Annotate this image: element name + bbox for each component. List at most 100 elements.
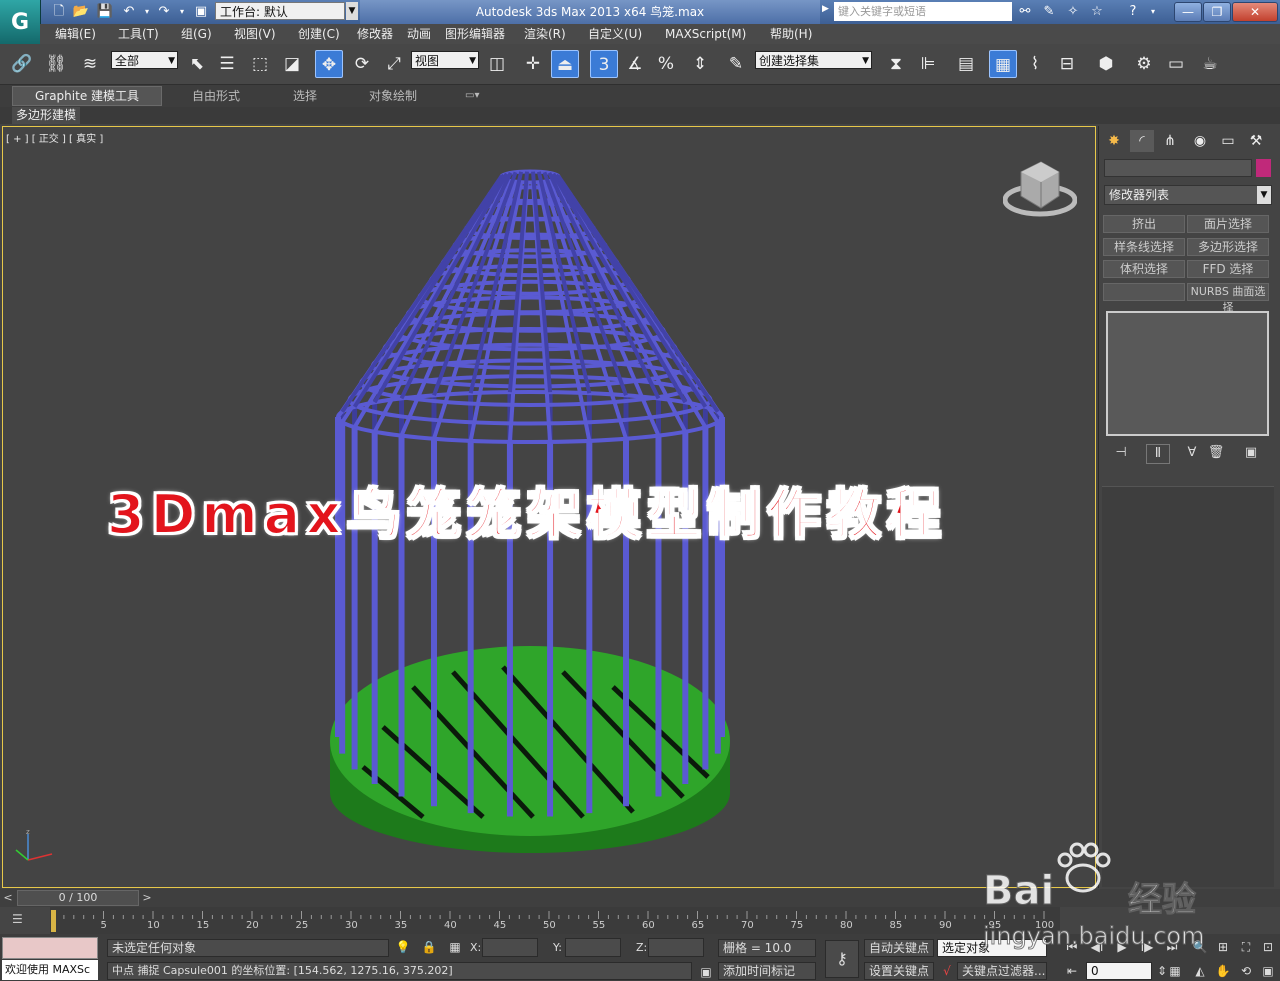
search-input[interactable]: 键入关键字或短语 (834, 2, 1012, 21)
show-end-result-icon[interactable]: Ⅱ (1146, 444, 1170, 464)
z-coordinate-field[interactable] (648, 938, 704, 957)
x-coordinate-field[interactable] (482, 938, 538, 957)
layer-manager-icon[interactable]: ▤ (952, 50, 980, 78)
graphite-toggle-icon[interactable]: ▦ (989, 50, 1017, 78)
material-editor-icon[interactable]: ⬢ (1092, 50, 1120, 78)
percent-snap-icon[interactable]: % (652, 50, 680, 78)
modify-tab-icon[interactable]: ◜ (1130, 130, 1154, 152)
extrude-button[interactable]: 挤出 (1103, 215, 1185, 233)
menu-customize[interactable]: 自定义(U) (588, 26, 642, 42)
zoom-extents-icon[interactable]: ⛶ (1236, 938, 1256, 956)
mirror-icon[interactable]: ⧗ (882, 50, 910, 78)
align-icon[interactable]: ⊫ (914, 50, 942, 78)
close-button[interactable]: ✕ (1232, 2, 1278, 22)
help-icon[interactable]: ? (1124, 3, 1142, 20)
subscription-icon[interactable]: ✎ (1040, 3, 1058, 20)
auto-key-button[interactable]: 自动关键点 (864, 939, 934, 957)
ribbon-subtab-polygon-modeling[interactable]: 多边形建模 (12, 107, 80, 124)
selection-lock-icon[interactable]: 🔒 (419, 938, 439, 956)
maximize-viewport-icon[interactable]: ▣ (1258, 962, 1278, 980)
current-frame-field[interactable]: 0 (1086, 962, 1152, 980)
menu-tools[interactable]: 工具(T) (118, 26, 159, 42)
bind-space-warp-icon[interactable]: ≋ (76, 50, 104, 78)
save-icon[interactable]: 💾 (96, 3, 114, 20)
angle-snap-icon[interactable]: ∡ (621, 50, 649, 78)
workspace-select[interactable]: 工作台: 默认 (215, 2, 345, 20)
poly-select-button[interactable]: 多边形选择 (1187, 238, 1269, 256)
motion-tab-icon[interactable]: ◉ (1188, 130, 1212, 152)
absolute-mode-icon[interactable]: ▦ (445, 938, 465, 956)
prev-frame-arrow-icon[interactable]: < (2, 890, 14, 906)
menu-maxscript[interactable]: MAXScript(M) (665, 26, 746, 42)
pin-stack-icon[interactable]: ⊣ (1110, 444, 1132, 462)
menu-graph-editors[interactable]: 图形编辑器 (445, 26, 505, 42)
menu-rendering[interactable]: 渲染(R) (524, 26, 566, 42)
curve-editor-icon[interactable]: ⌇ (1021, 50, 1049, 78)
menu-views[interactable]: 视图(V) (234, 26, 276, 42)
link-icon[interactable]: 🔗 (8, 50, 36, 78)
undo-icon[interactable]: ↶ (120, 3, 138, 20)
modifier-list-select[interactable]: 修改器列表 ▼ (1104, 185, 1272, 205)
minimize-button[interactable]: — (1174, 2, 1202, 22)
viewcube-icon[interactable] (1003, 158, 1077, 218)
render-setup-icon[interactable]: ⚙ (1130, 50, 1158, 78)
menu-modifiers[interactable]: 修改器 (357, 26, 393, 42)
time-configuration-icon[interactable]: ▦ (1165, 962, 1185, 980)
selection-filter-select[interactable]: 全部 ▼ (111, 51, 178, 69)
spinner-snap-icon[interactable]: ⇕ (686, 50, 714, 78)
redo-dropdown-icon[interactable]: ▾ (173, 3, 191, 20)
hierarchy-tab-icon[interactable]: ⋔ (1158, 130, 1182, 152)
key-filters-button[interactable]: 关键点过滤器... (957, 962, 1047, 980)
workspace-dropdown-icon[interactable]: ▼ (346, 2, 358, 20)
new-file-icon[interactable]: 🗋 (50, 3, 68, 20)
ribbon-options-icon[interactable]: ▭▾ (465, 86, 479, 106)
object-color-swatch[interactable] (1256, 159, 1271, 177)
menu-group[interactable]: 组(G) (181, 26, 212, 42)
zoom-extents-all-icon[interactable]: ⊡ (1258, 938, 1278, 956)
unlink-icon[interactable]: ⛓ (42, 50, 70, 78)
render-teapot-icon[interactable]: ☕ (1196, 50, 1224, 78)
open-mini-curve-editor-icon[interactable]: ☰ (12, 912, 23, 926)
select-and-scale-icon[interactable]: ⤢ (380, 50, 408, 78)
help-dropdown-icon[interactable]: ▾ (1144, 3, 1162, 20)
maxscript-welcome-text[interactable]: 欢迎使用 MAXSc (2, 960, 98, 980)
search-expand-icon[interactable]: ▶ (822, 4, 829, 14)
time-tag-icon[interactable]: ▣ (696, 963, 716, 981)
y-coordinate-field[interactable] (565, 938, 621, 957)
next-frame-arrow-icon[interactable]: > (141, 890, 153, 906)
favorites-star-icon[interactable]: ☆ (1088, 3, 1106, 20)
viewport-label[interactable]: [ + ] [ 正交 ] [ 真实 ] (6, 130, 103, 145)
ffd-select-button[interactable]: FFD 选择 (1187, 260, 1269, 278)
object-name-field[interactable] (1104, 159, 1252, 177)
field-of-view-icon[interactable]: ◭ (1190, 962, 1210, 980)
binoculars-icon[interactable]: ⚯ (1016, 3, 1034, 20)
add-time-tag-button[interactable]: 添加时间标记 (718, 962, 816, 980)
configure-sets-icon[interactable]: ▣ (1240, 444, 1262, 462)
nurbs-surface-select-button[interactable]: NURBS 曲面选择 (1187, 283, 1269, 314)
reference-coordinate-select[interactable]: 视图 ▼ (411, 51, 479, 69)
undo-dropdown-icon[interactable]: ▾ (138, 3, 156, 20)
ribbon-tab-selection[interactable]: 选择 (293, 86, 317, 106)
select-by-name-icon[interactable]: ☰ (213, 50, 241, 78)
edit-named-selection-icon[interactable]: ✎ (722, 50, 750, 78)
make-unique-icon[interactable]: ∀ (1181, 444, 1203, 462)
pan-hand-icon[interactable]: ✋ (1213, 962, 1233, 980)
redo-icon[interactable]: ↷ (155, 3, 173, 20)
open-file-icon[interactable]: 📂 (72, 3, 90, 20)
remove-modifier-icon[interactable]: 🗑 (1205, 444, 1227, 462)
ribbon-tab-graphite[interactable]: Graphite 建模工具 (12, 86, 162, 106)
orbit-icon[interactable]: ⟲ (1236, 962, 1256, 980)
manipulate-icon[interactable]: ✛ (519, 50, 547, 78)
isolate-bulb-icon[interactable]: 💡 (393, 938, 413, 956)
set-key-button[interactable]: 设置关键点 (864, 962, 934, 980)
empty-modifier-button[interactable] (1103, 283, 1185, 301)
menu-edit[interactable]: 编辑(E) (55, 26, 96, 42)
menu-help[interactable]: 帮助(H) (770, 26, 812, 42)
project-folder-icon[interactable]: ▣ (192, 3, 210, 20)
keyboard-shortcut-override-icon[interactable]: ⏏ (551, 50, 579, 78)
set-key-icon[interactable]: ⚷ (825, 940, 859, 978)
maxscript-listener-input[interactable] (2, 937, 98, 959)
spline-select-button[interactable]: 样条线选择 (1103, 238, 1185, 256)
volume-select-button[interactable]: 体积选择 (1103, 260, 1185, 278)
select-and-rotate-icon[interactable]: ⟳ (348, 50, 376, 78)
